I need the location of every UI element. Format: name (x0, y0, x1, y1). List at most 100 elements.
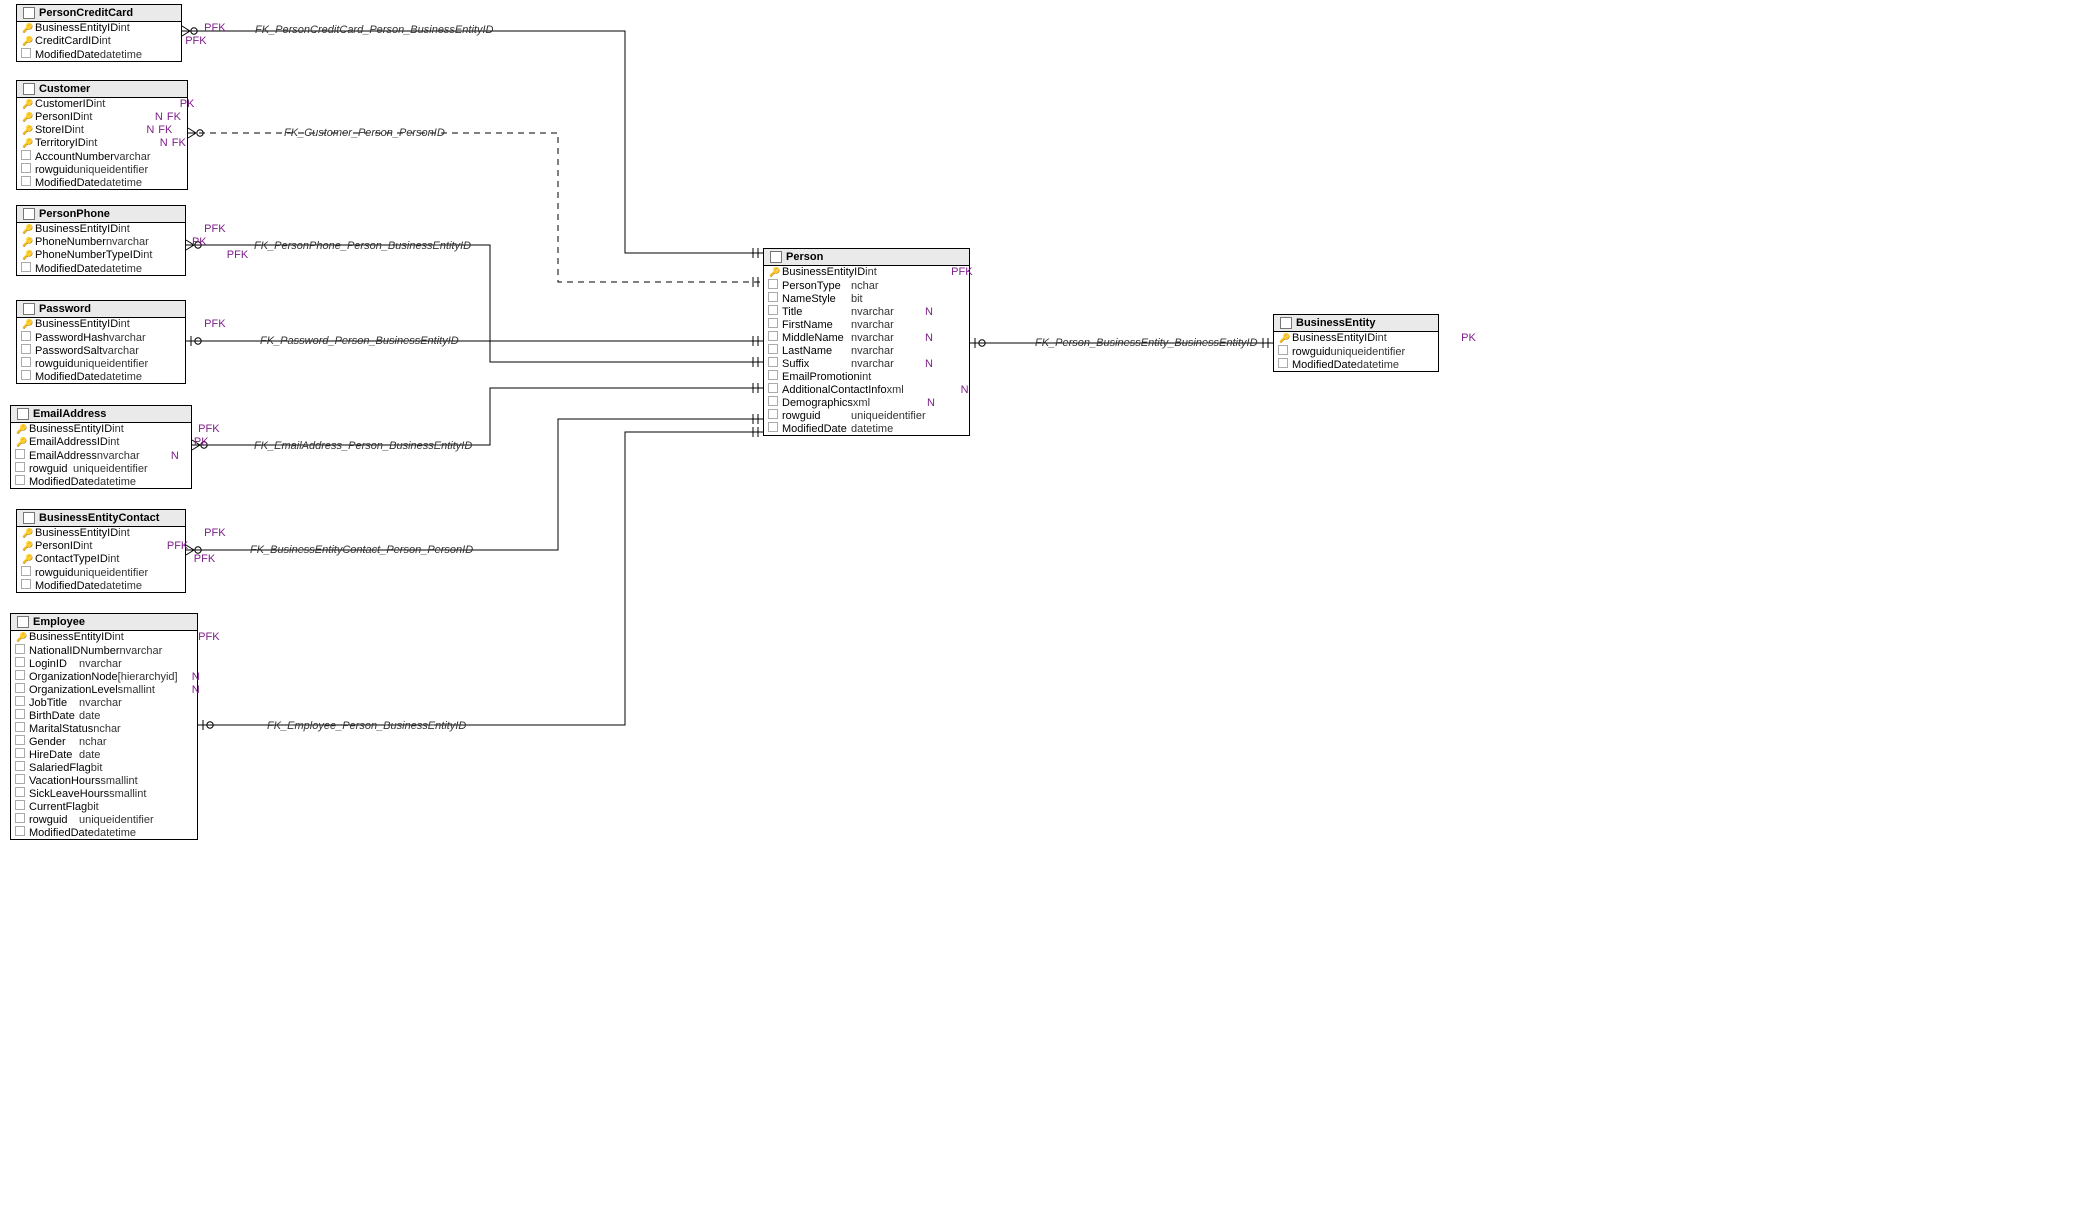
column-row[interactable]: NationalIDNumbernvarchar (11, 644, 197, 657)
column-row[interactable]: ModifiedDatedatetime (11, 475, 191, 488)
column-row[interactable]: MiddleNamenvarcharN (764, 331, 969, 344)
entity-header[interactable]: Person (764, 249, 969, 266)
column-row[interactable]: 🔑BusinessEntityIDintPFK (17, 223, 185, 236)
column-icon (15, 735, 29, 749)
column-row[interactable]: JobTitlenvarchar (11, 696, 197, 709)
column-row[interactable]: BirthDatedate (11, 709, 197, 722)
column-row[interactable]: rowguiduniqueidentifier (11, 462, 191, 475)
entity-header[interactable]: PersonCreditCard (17, 5, 181, 22)
relationship-label: FK_BusinessEntityContact_Person_PersonID (250, 544, 473, 556)
column-row[interactable]: 🔑ContactTypeIDintPFK (17, 553, 185, 566)
column-row[interactable]: AccountNumbervarchar (17, 150, 187, 163)
column-row[interactable]: ModifiedDatedatetime (17, 176, 187, 189)
entity-businessentitycontact[interactable]: BusinessEntityContact🔑BusinessEntityIDin… (16, 509, 186, 593)
column-row[interactable]: PasswordSaltvarchar (17, 344, 185, 357)
column-row[interactable]: rowguiduniqueidentifier (764, 409, 969, 422)
column-row[interactable]: 🔑CustomerIDintPK (17, 98, 187, 111)
entity-header[interactable]: PersonPhone (17, 206, 185, 223)
column-nullable: N (156, 137, 172, 150)
column-row[interactable]: HireDatedate (11, 748, 197, 761)
column-row[interactable]: 🔑PersonIDintPFK (17, 540, 185, 553)
column-row[interactable]: Gendernchar (11, 735, 197, 748)
column-type: smallint (100, 775, 170, 788)
entity-personphone[interactable]: PersonPhone🔑BusinessEntityIDintPFK🔑Phone… (16, 205, 186, 276)
table-icon (23, 83, 35, 95)
column-row[interactable]: EmailAddressnvarcharN (11, 449, 191, 462)
column-row[interactable]: CurrentFlagbit (11, 800, 197, 813)
column-row[interactable]: OrganizationNode[hierarchyid]N (11, 670, 197, 683)
column-row[interactable]: 🔑TerritoryIDintNFK (17, 137, 187, 150)
column-row[interactable]: VacationHourssmallint (11, 774, 197, 787)
column-flags: PFK (204, 527, 232, 540)
entity-header[interactable]: BusinessEntityContact (17, 510, 185, 527)
column-row[interactable]: ModifiedDatedatetime (764, 422, 969, 435)
column-row[interactable]: 🔑PersonIDintNFK (17, 111, 187, 124)
entity-customer[interactable]: Customer🔑CustomerIDintPK🔑PersonIDintNFK🔑… (16, 80, 188, 190)
column-row[interactable]: MaritalStatusnchar (11, 722, 197, 735)
column-row[interactable]: 🔑BusinessEntityIDintPFK (764, 266, 969, 279)
column-row[interactable]: 🔑EmailAddressIDintPK (11, 436, 191, 449)
entity-header[interactable]: Customer (17, 81, 187, 98)
column-name: EmailPromotion (782, 371, 860, 384)
entity-header[interactable]: Employee (11, 614, 197, 631)
column-name: AdditionalContactInfo (782, 384, 887, 397)
column-row[interactable]: LoginIDnvarchar (11, 657, 197, 670)
column-row[interactable]: rowguiduniqueidentifier (17, 566, 185, 579)
column-row[interactable]: 🔑BusinessEntityIDintPFK (17, 318, 185, 331)
column-row[interactable]: rowguiduniqueidentifier (11, 813, 197, 826)
column-row[interactable]: rowguiduniqueidentifier (1274, 345, 1438, 358)
entity-businessentity[interactable]: BusinessEntity🔑BusinessEntityIDintPKrowg… (1273, 314, 1439, 372)
column-row[interactable]: ModifiedDatedatetime (17, 579, 185, 592)
column-flags: PK (180, 98, 208, 111)
column-row[interactable]: 🔑BusinessEntityIDintPFK (11, 423, 191, 436)
column-row[interactable]: DemographicsxmlN (764, 396, 969, 409)
column-type: nvarchar (851, 358, 921, 371)
column-row[interactable]: rowguiduniqueidentifier (17, 357, 185, 370)
column-type: datetime (100, 580, 170, 593)
column-row[interactable]: 🔑BusinessEntityIDintPK (1274, 332, 1438, 345)
column-row[interactable]: ModifiedDatedatetime (11, 826, 197, 839)
column-row[interactable]: ModifiedDatedatetime (17, 48, 181, 61)
column-row[interactable]: 🔑PhoneNumberTypeIDintPFK (17, 249, 185, 262)
column-row[interactable]: ModifiedDatedatetime (17, 262, 185, 275)
entity-personcreditcard[interactable]: PersonCreditCard🔑BusinessEntityIDintPFK🔑… (16, 4, 182, 62)
column-icon (15, 449, 29, 463)
column-name: ModifiedDate (782, 423, 851, 436)
entity-header[interactable]: EmailAddress (11, 406, 191, 423)
column-row[interactable]: SickLeaveHourssmallint (11, 787, 197, 800)
column-icon (768, 305, 782, 319)
entity-password[interactable]: Password🔑BusinessEntityIDintPFKPasswordH… (16, 300, 186, 384)
column-name: JobTitle (29, 697, 79, 710)
column-type: int (108, 436, 178, 449)
column-type: datetime (100, 49, 170, 62)
column-row[interactable]: LastNamenvarchar (764, 344, 969, 357)
column-row[interactable]: PersonTypenchar (764, 279, 969, 292)
entity-emailaddress[interactable]: EmailAddress🔑BusinessEntityIDintPFK🔑Emai… (10, 405, 192, 489)
column-row[interactable]: PasswordHashvarchar (17, 331, 185, 344)
entity-person[interactable]: Person🔑BusinessEntityIDintPFKPersonTypen… (763, 248, 970, 436)
column-row[interactable]: 🔑CreditCardIDintPFK (17, 35, 181, 48)
column-type: nvarchar (851, 319, 921, 332)
entity-header[interactable]: BusinessEntity (1274, 315, 1438, 332)
column-row[interactable]: 🔑PhoneNumbernvarcharPK (17, 236, 185, 249)
column-row[interactable]: 🔑StoreIDintNFK (17, 124, 187, 137)
column-row[interactable]: rowguiduniqueidentifier (17, 163, 187, 176)
column-row[interactable]: NameStylebit (764, 292, 969, 305)
column-row[interactable]: 🔑BusinessEntityIDintPFK (17, 527, 185, 540)
column-row[interactable]: 🔑BusinessEntityIDintPFK (17, 22, 181, 35)
column-row[interactable]: SalariedFlagbit (11, 761, 197, 774)
column-icon (768, 422, 782, 436)
column-row[interactable]: ModifiedDatedatetime (17, 370, 185, 383)
entity-header[interactable]: Password (17, 301, 185, 318)
column-row[interactable]: FirstNamenvarchar (764, 318, 969, 331)
column-row[interactable]: EmailPromotionint (764, 370, 969, 383)
column-nullable: N (142, 124, 158, 137)
column-row[interactable]: SuffixnvarcharN (764, 357, 969, 370)
column-row[interactable]: TitlenvarcharN (764, 305, 969, 318)
key-icon: 🔑 (15, 436, 29, 449)
column-row[interactable]: ModifiedDatedatetime (1274, 358, 1438, 371)
column-row[interactable]: 🔑BusinessEntityIDintPFK (11, 631, 197, 644)
column-row[interactable]: AdditionalContactInfoxmlN (764, 383, 969, 396)
entity-employee[interactable]: Employee🔑BusinessEntityIDintPFKNationalI… (10, 613, 198, 840)
column-row[interactable]: OrganizationLevelsmallintN (11, 683, 197, 696)
